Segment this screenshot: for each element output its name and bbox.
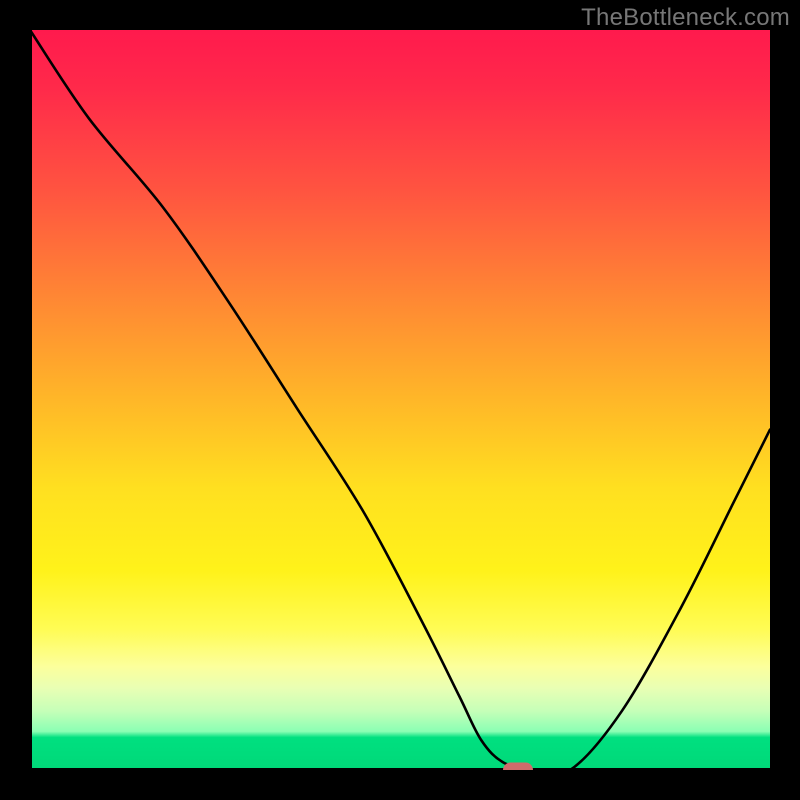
curve-svg [30,30,770,770]
optimal-point-marker [503,763,533,771]
plot-area [30,30,770,770]
chart-container: TheBottleneck.com [0,0,800,800]
watermark-text: TheBottleneck.com [581,4,790,32]
bottleneck-curve-line [30,30,770,770]
